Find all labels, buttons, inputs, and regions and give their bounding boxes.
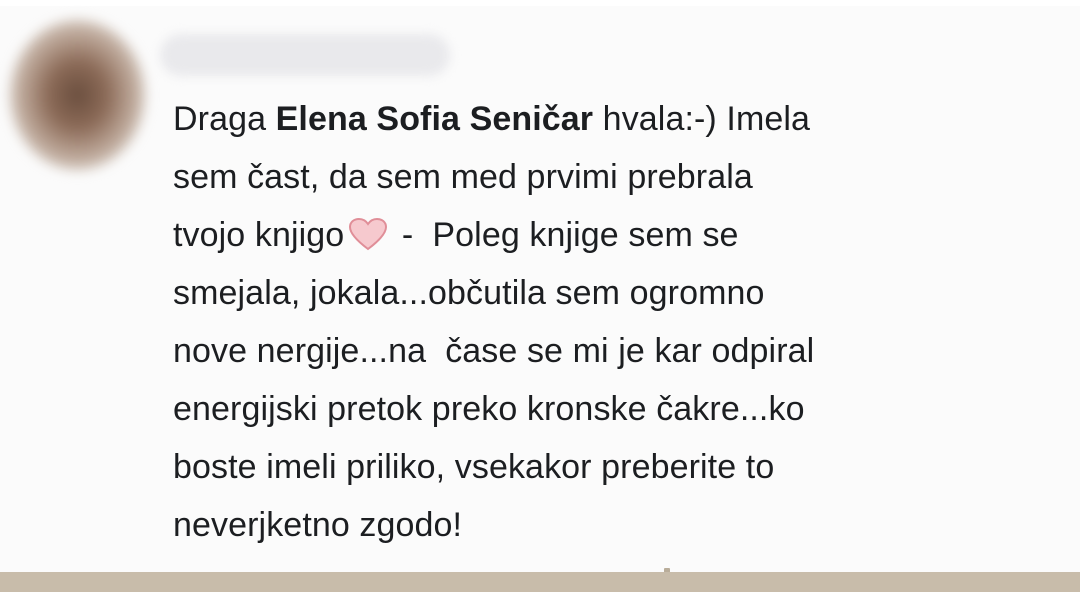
comment-line-1: Draga Elena Sofia Seničar hvala:-) Imela [173,90,1053,148]
comment-line-7: boste imeli priliko, vsekakor preberite … [173,448,775,486]
mention-link[interactable]: Elena Sofia Seničar [276,100,593,138]
heart-icon [348,211,388,251]
comment-line-2: sem čast, da sem med prvimi prebrala [173,158,753,196]
comment-line-4: smejala, jokala...občutila sem ogromno [173,274,765,312]
comment-line-6: energijski pretok preko kronske čakre...… [173,390,805,428]
author-name-blurred[interactable] [160,34,450,76]
bottom-bar [0,572,1080,592]
comment-text: Draga Elena Sofia Seničar hvala:-) Imela… [173,90,1053,554]
comment-line-5: nove nergije...na čase se mi je kar odpi… [173,332,815,370]
avatar[interactable] [10,20,145,170]
comment-text-segment: tvojo knjigo [173,216,345,254]
top-edge [0,0,1080,6]
comment-line-8: neverjketno zgodo! [173,506,463,544]
comment-text-segment: - Poleg knjige sem se [392,216,739,254]
comment-bubble: Draga Elena Sofia Seničar hvala:-) Imela… [160,82,1060,562]
comment-text-segment: Draga [173,100,276,138]
screenshot-page: Draga Elena Sofia Seničar hvala:-) Imela… [0,0,1080,592]
comment-text-segment: hvala:-) Imela [593,100,811,138]
comment-line-3: tvojo knjigo - Poleg knjige sem se [173,206,1053,264]
